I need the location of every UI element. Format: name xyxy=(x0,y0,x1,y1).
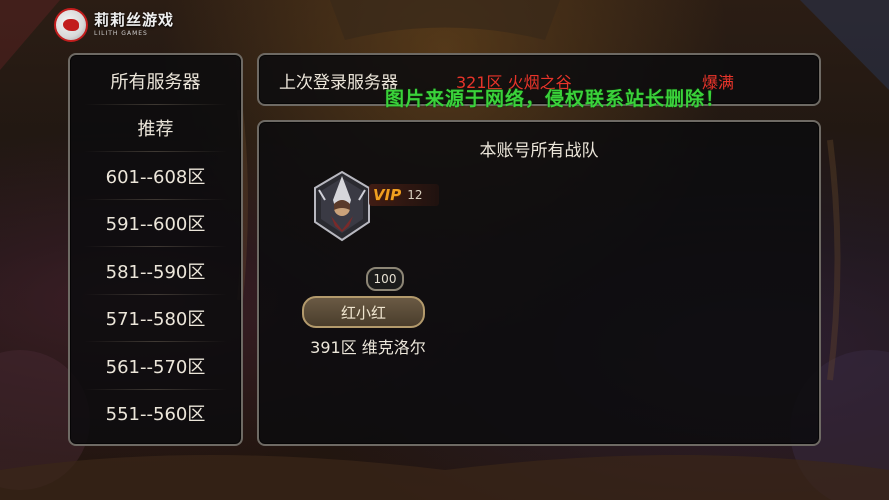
server-item-all[interactable]: 所有服务器 xyxy=(70,57,241,105)
server-item-581-590[interactable]: 581--590区 xyxy=(70,247,241,295)
logo-subtitle: LILITH GAMES xyxy=(94,30,148,37)
team-level-badge: 100 xyxy=(366,267,404,291)
team-name-button[interactable]: 红小红 xyxy=(302,296,425,328)
logo-name: 莉莉丝游戏 xyxy=(94,11,175,29)
team-server-label: 391区 维克洛尔 xyxy=(310,338,426,357)
server-item-561-570[interactable]: 561--570区 xyxy=(70,342,241,390)
server-item-601-608[interactable]: 601--608区 xyxy=(70,152,241,200)
vip-label: VIP xyxy=(373,186,402,204)
server-item-recommended[interactable]: 推荐 xyxy=(70,105,241,153)
assassin-hero-avatar-icon[interactable] xyxy=(311,170,373,242)
vip-badge: VIP 12 xyxy=(369,184,439,206)
server-item-551-560[interactable]: 551--560区 xyxy=(70,390,241,438)
server-item-571-580[interactable]: 571--580区 xyxy=(70,295,241,343)
last-login-label: 上次登录服务器 xyxy=(279,73,398,93)
account-teams-panel: 本账号所有战队 VIP 12 100 红小红 391区 维克洛尔 xyxy=(257,120,821,446)
watermark-text: 图片来源于网络，侵权联系站长删除！ xyxy=(385,88,726,110)
vip-level: 12 xyxy=(407,188,423,202)
lilith-logo-icon xyxy=(54,8,88,42)
server-item-591-600[interactable]: 591--600区 xyxy=(70,200,241,248)
teams-title: 本账号所有战队 xyxy=(479,141,599,161)
server-list-panel: 所有服务器 推荐 601--608区 591--600区 581--590区 5… xyxy=(68,53,243,446)
team-card[interactable]: VIP 12 100 红小红 391区 维克洛尔 xyxy=(289,170,439,357)
lilith-games-logo: 莉莉丝游戏 LILITH GAMES xyxy=(54,7,179,43)
